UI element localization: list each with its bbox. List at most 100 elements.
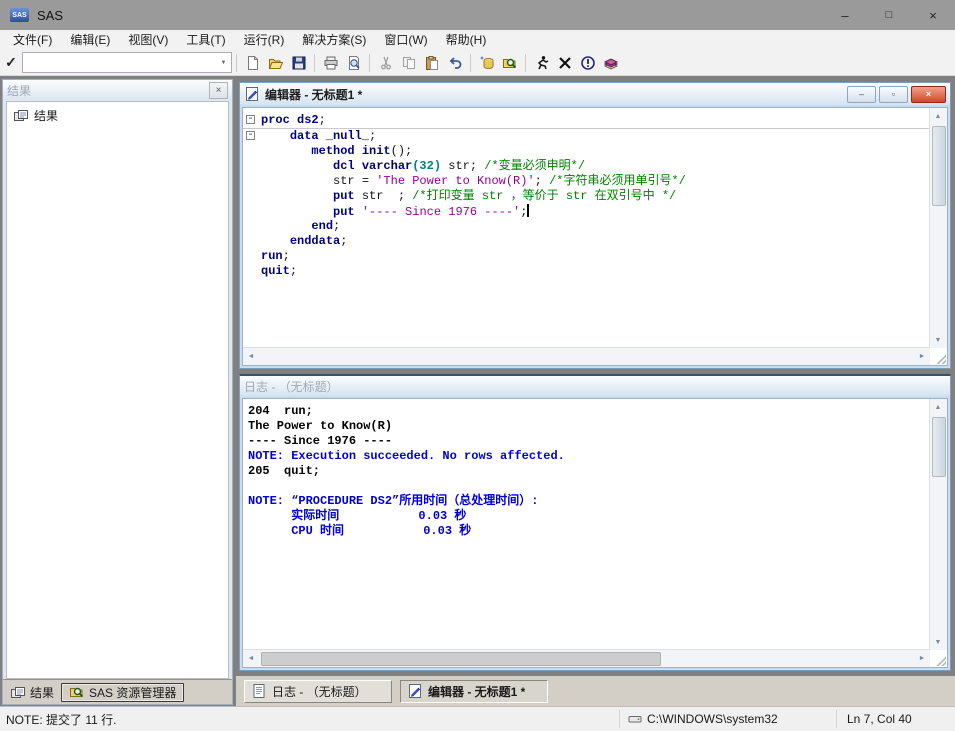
code-line[interactable]: - data _null_; [243,129,930,144]
results-icon [10,685,26,700]
editor-minimize-button[interactable]: – [847,86,876,103]
sas-explorer-button[interactable] [498,52,521,74]
help-button[interactable] [599,52,622,74]
editor-close-button[interactable]: × [911,86,946,103]
scroll-up-icon[interactable]: ▲ [930,108,946,124]
undo-button[interactable] [443,52,466,74]
paste-button[interactable] [420,52,443,74]
copy-icon [401,55,417,71]
log-line: ---- Since 1976 ---- [248,434,930,449]
help-icon [603,55,619,71]
editor-icon [244,86,260,102]
break-button[interactable] [576,52,599,74]
editor-titlebar: 编辑器 - 无标题1 * –▫× [240,83,950,105]
code-line[interactable]: run; [243,249,930,264]
submit-icon [534,55,550,71]
fold-collapse-icon[interactable]: - [246,131,255,140]
code-token: enddata [290,234,340,248]
code-token [261,159,333,173]
menu-item-6[interactable]: 窗口(W) [375,30,436,50]
log-titlebar: 日志 - （无标题） [240,376,950,396]
open-folder-button[interactable] [264,52,287,74]
menu-item-7[interactable]: 帮助(H) [437,30,496,50]
editor-window: 编辑器 - 无标题1 * –▫× -proc ds2;- data _null_… [239,82,951,369]
code-token: ; [319,113,326,127]
menu-item-4[interactable]: 运行(R) [235,30,294,50]
sas-logo-icon: SAS [10,8,29,22]
resize-grip[interactable] [934,654,946,666]
print-preview-button[interactable] [342,52,365,74]
copy-button[interactable] [397,52,420,74]
code-line[interactable]: enddata; [243,234,930,249]
code-line[interactable]: method init(); [243,144,930,159]
command-combobox[interactable]: ▼ [22,52,232,73]
code-line[interactable]: str = 'The Power to Know(R)'; /*字符串必须用单引… [243,174,930,189]
code-token [261,129,290,143]
code-token: dcl varchar [333,159,412,173]
new-library-button[interactable] [475,52,498,74]
log-vscroll-thumb[interactable] [932,417,946,477]
scroll-right-icon[interactable]: ► [914,348,930,364]
menu-item-1[interactable]: 编辑(E) [61,30,119,50]
scroll-right-icon[interactable]: ► [914,650,930,666]
print-button[interactable] [319,52,342,74]
submit-button[interactable] [530,52,553,74]
window-bar-button-log[interactable]: 日志 - （无标题） [244,680,392,703]
menu-item-2[interactable]: 视图(V) [119,30,177,50]
code-line[interactable]: put str ; /*打印变量 str ，等价于 str 在双引号中 */ [243,189,930,204]
open-folder-icon [268,55,284,71]
status-path-section: C:\WINDOWS\system32 [620,712,836,726]
log-line: The Power to Know(R) [248,419,930,434]
code-token: ; [535,174,549,188]
window-bar-button-editor[interactable]: 编辑器 - 无标题1 * [400,680,548,703]
scroll-left-icon[interactable]: ◄ [243,650,259,666]
log-vertical-scrollbar[interactable]: ▲ ▼ [929,399,947,650]
save-button[interactable] [287,52,310,74]
menu-item-0[interactable]: 文件(F) [4,30,61,50]
maximize-button[interactable]: □ [867,0,911,30]
log-window: 日志 - （无标题） 204 run;The Power to Know(R)-… [239,374,951,671]
menu-item-5[interactable]: 解决方案(S) [293,30,375,50]
tree-item-results[interactable]: 结果 [7,102,228,124]
panel-tab-sas-explorer[interactable]: SAS 资源管理器 [61,683,184,702]
minimize-button[interactable]: – [823,0,867,30]
command-input[interactable] [23,55,216,70]
fold-collapse-icon[interactable]: - [246,115,255,124]
code-token [261,234,290,248]
command-check-icon[interactable]: ✓ [0,54,22,71]
menu-item-3[interactable]: 工具(T) [177,30,234,50]
scroll-left-icon[interactable]: ◄ [243,348,259,364]
code-token: (32) [412,159,441,173]
code-line[interactable]: dcl varchar(32) str; /*变量必须申明*/ [243,159,930,174]
clear-button[interactable] [553,52,576,74]
close-button[interactable]: × [911,0,955,30]
new-document-button[interactable] [241,52,264,74]
scroll-up-icon[interactable]: ▲ [930,399,946,415]
log-area[interactable]: 204 run;The Power to Know(R)---- Since 1… [243,399,930,650]
toolbar: ✓ ▼ [0,50,955,76]
chevron-down-icon[interactable]: ▼ [216,54,231,71]
editor-vscroll-thumb[interactable] [932,126,946,206]
scroll-down-icon[interactable]: ▼ [930,332,946,348]
results-panel-close-icon[interactable]: × [209,82,228,99]
print-preview-icon [346,55,362,71]
window-controls: –□× [823,0,955,30]
resize-grip[interactable] [934,352,946,364]
scroll-down-icon[interactable]: ▼ [930,634,946,650]
panel-tab-results[interactable]: 结果 [3,683,61,702]
log-line: 实际时间 0.03 秒 [248,509,930,524]
code-line[interactable]: put '---- Since 1976 ----'; [243,204,930,219]
editor-horizontal-scrollbar[interactable]: ◄ ► [243,347,930,365]
log-line [248,479,930,494]
log-horizontal-scrollbar[interactable]: ◄ ► [243,649,930,667]
log-hscroll-thumb[interactable] [261,652,661,666]
results-tree[interactable]: 结果 [6,101,229,679]
code-area[interactable]: -proc ds2;- data _null_; method init(); … [243,108,930,348]
editor-restore-button[interactable]: ▫ [879,86,908,103]
code-line[interactable]: -proc ds2; [243,113,930,129]
code-line[interactable]: quit; [243,264,930,279]
code-line[interactable]: end; [243,219,930,234]
cut-button[interactable] [374,52,397,74]
editor-vertical-scrollbar[interactable]: ▲ ▼ [929,108,947,348]
code-token: str = [261,174,376,188]
